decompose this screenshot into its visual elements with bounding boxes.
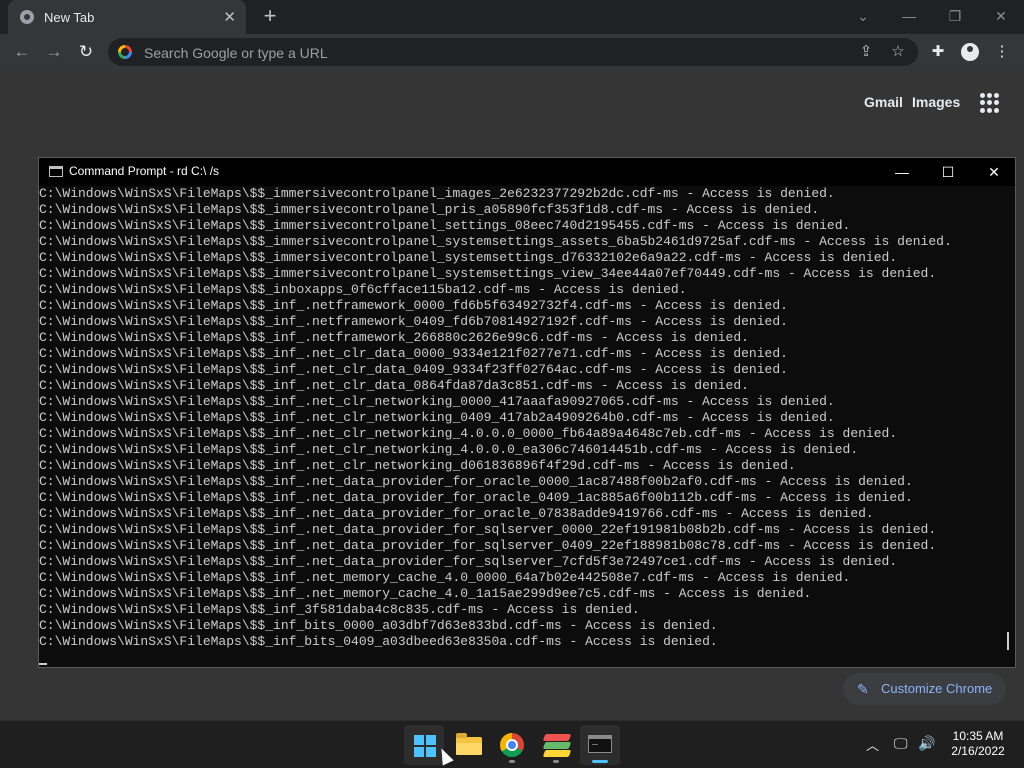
cmd-output-line: C:\Windows\WinSxS\FileMaps\$$_immersivec…: [39, 186, 835, 201]
file-explorer-button[interactable]: [448, 725, 488, 765]
file-explorer-icon: [456, 733, 482, 755]
profile-icon: [961, 43, 979, 62]
tab-search-dropdown-icon[interactable]: ⌄: [840, 4, 886, 28]
pencil-icon: ✎: [857, 681, 869, 697]
cmd-output-line: C:\Windows\WinSxS\FileMaps\$$_inf_.net_d…: [39, 522, 937, 537]
omnibox[interactable]: ⇪ ☆: [108, 38, 918, 66]
stack-app-button[interactable]: [536, 725, 576, 765]
images-link[interactable]: Images: [912, 94, 960, 110]
chrome-icon: [500, 733, 524, 757]
omnibox-input[interactable]: [142, 41, 826, 65]
windows-start-icon: [414, 735, 436, 757]
back-icon[interactable]: ←: [10, 40, 34, 64]
reload-icon[interactable]: ↻: [74, 40, 98, 64]
network-icon[interactable]: 🖵: [894, 735, 908, 752]
clock-time: 10:35 AM: [952, 729, 1004, 743]
cmd-output-line: C:\Windows\WinSxS\FileMaps\$$_inf_.netfr…: [39, 298, 788, 313]
volume-icon[interactable]: 🔊: [918, 735, 935, 752]
cmd-title-bar[interactable]: Command Prompt - rd C:\ /s — ☐ ✕: [39, 158, 1015, 186]
tab-strip: New Tab ✕ + ⌄ — ❐ ✕: [0, 0, 1024, 34]
running-indicator: [509, 760, 515, 763]
cmd-output-line: C:\Windows\WinSxS\FileMaps\$$_inf_.net_c…: [39, 362, 788, 377]
clock-date: 2/16/2022: [951, 744, 1005, 758]
terminal-icon: [588, 735, 612, 753]
google-apps-icon[interactable]: [980, 93, 1000, 113]
cmd-output-line: C:\Windows\WinSxS\FileMaps\$$_immersivec…: [39, 202, 820, 217]
active-indicator: [592, 760, 608, 763]
restore-button[interactable]: ❐: [932, 4, 978, 28]
cmd-output-line: C:\Windows\WinSxS\FileMaps\$$_inf_.net_c…: [39, 346, 788, 361]
cmd-output-line: C:\Windows\WinSxS\FileMaps\$$_inf_.netfr…: [39, 314, 788, 329]
chrome-taskbar-button[interactable]: [492, 725, 532, 765]
tab-title: New Tab: [44, 9, 95, 25]
text-cursor: [39, 663, 47, 665]
cmd-scrollbar[interactable]: [1001, 186, 1015, 667]
cmd-output-line: C:\Windows\WinSxS\FileMaps\$$_inf_.net_c…: [39, 426, 898, 441]
cmd-maximize-button[interactable]: ☐: [925, 160, 971, 184]
minimize-button[interactable]: —: [886, 4, 932, 28]
bookmark-star-icon[interactable]: ☆: [888, 42, 908, 62]
cmd-output-line: C:\Windows\WinSxS\FileMaps\$$_inf_.net_d…: [39, 554, 898, 569]
cmd-output-line: C:\Windows\WinSxS\FileMaps\$$_inf_bits_0…: [39, 618, 718, 633]
new-tab-button[interactable]: +: [258, 5, 282, 29]
cmd-close-button[interactable]: ✕: [971, 160, 1017, 184]
running-indicator: [553, 760, 559, 763]
terminal-taskbar-button[interactable]: [580, 725, 620, 765]
command-prompt-window[interactable]: Command Prompt - rd C:\ /s — ☐ ✕ C:\Wind…: [38, 157, 1016, 668]
cmd-output-line: C:\Windows\WinSxS\FileMaps\$$_inf_.net_d…: [39, 490, 913, 505]
google-icon: [118, 45, 132, 59]
cmd-output-line: C:\Windows\WinSxS\FileMaps\$$_inf_.net_c…: [39, 458, 796, 473]
cmd-output-line: C:\Windows\WinSxS\FileMaps\$$_immersivec…: [39, 218, 851, 233]
chrome-favicon-icon: [20, 10, 34, 24]
cmd-output-line: C:\Windows\WinSxS\FileMaps\$$_inf_.netfr…: [39, 330, 749, 345]
stack-app-icon: [542, 734, 572, 758]
cmd-output-line: C:\Windows\WinSxS\FileMaps\$$_immersivec…: [39, 250, 898, 265]
cmd-output-line: C:\Windows\WinSxS\FileMaps\$$_immersivec…: [39, 266, 937, 281]
cmd-scroll-thumb[interactable]: [1007, 632, 1009, 650]
cmd-output-line: C:\Windows\WinSxS\FileMaps\$$_inf_.net_d…: [39, 474, 913, 489]
taskbar: ︿ 🖵 🔊 10:35 AM 2/16/2022: [0, 720, 1024, 768]
tab-new-tab[interactable]: New Tab ✕: [8, 0, 246, 34]
cmd-output-line: C:\Windows\WinSxS\FileMaps\$$_inboxapps_…: [39, 282, 687, 297]
cmd-output-line: C:\Windows\WinSxS\FileMaps\$$_inf_bits_0…: [39, 634, 718, 649]
forward-icon[interactable]: →: [42, 40, 66, 64]
browser-toolbar: ← → ↻ ⇪ ☆ ✚ ⋮: [0, 34, 1024, 70]
cmd-output-line: C:\Windows\WinSxS\FileMaps\$$_inf_.net_d…: [39, 538, 937, 553]
tray-chevron-icon[interactable]: ︿: [866, 735, 879, 754]
cmd-output-line: C:\Windows\WinSxS\FileMaps\$$_inf_.net_c…: [39, 378, 749, 393]
cmd-window-title: Command Prompt - rd C:\ /s: [69, 164, 220, 178]
profile-avatar[interactable]: [958, 40, 982, 64]
customize-chrome-button[interactable]: ✎ Customize Chrome: [843, 673, 1006, 705]
start-button[interactable]: [404, 725, 444, 765]
cmd-output-line: C:\Windows\WinSxS\FileMaps\$$_inf_.net_m…: [39, 586, 812, 601]
customize-chrome-label: Customize Chrome: [881, 681, 993, 696]
cmd-output[interactable]: C:\Windows\WinSxS\FileMaps\$$_immersivec…: [39, 186, 1001, 667]
extensions-icon[interactable]: ✚: [926, 40, 950, 64]
cmd-output-line: C:\Windows\WinSxS\FileMaps\$$_inf_.net_c…: [39, 442, 859, 457]
cmd-output-line: C:\Windows\WinSxS\FileMaps\$$_inf_3f581d…: [39, 602, 640, 617]
taskbar-clock[interactable]: 10:35 AM 2/16/2022: [946, 729, 1010, 759]
share-icon[interactable]: ⇪: [856, 42, 876, 62]
gmail-link[interactable]: Gmail: [864, 94, 903, 110]
cmd-output-line: C:\Windows\WinSxS\FileMaps\$$_inf_.net_m…: [39, 570, 851, 585]
cmd-output-line: C:\Windows\WinSxS\FileMaps\$$_inf_.net_c…: [39, 410, 835, 425]
cmd-app-icon: [49, 166, 63, 177]
tab-close-icon[interactable]: ✕: [223, 8, 236, 26]
cmd-output-line: C:\Windows\WinSxS\FileMaps\$$_immersivec…: [39, 234, 952, 249]
cmd-output-line: C:\Windows\WinSxS\FileMaps\$$_inf_.net_d…: [39, 506, 874, 521]
cmd-output-line: C:\Windows\WinSxS\FileMaps\$$_inf_.net_c…: [39, 394, 835, 409]
chrome-menu-icon[interactable]: ⋮: [990, 40, 1014, 64]
close-window-button[interactable]: ✕: [978, 4, 1024, 28]
cmd-minimize-button[interactable]: —: [879, 160, 925, 184]
